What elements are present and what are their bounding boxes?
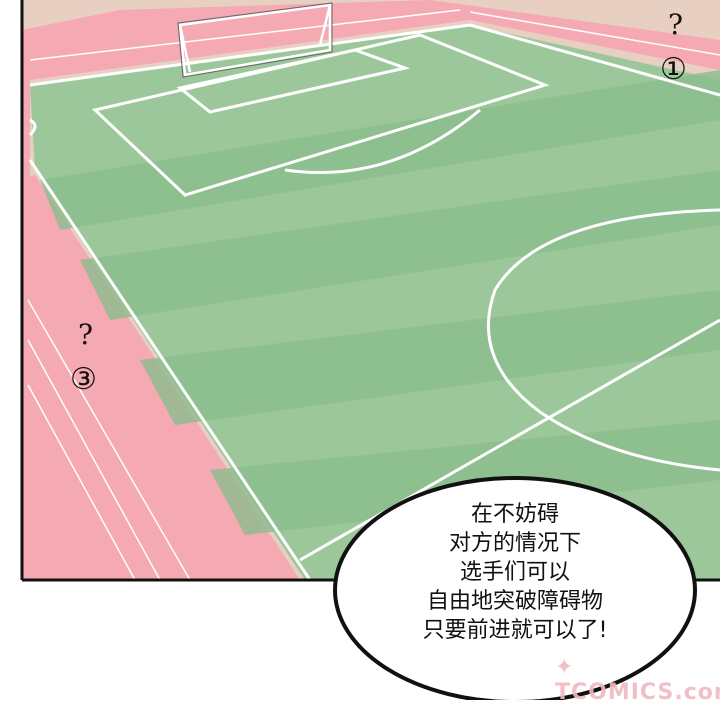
bird-logo-icon: ✦	[555, 655, 575, 680]
bubble-line: 在不妨碍	[470, 502, 559, 527]
question-mark-top-right: ?	[668, 8, 684, 41]
number-mark-left: ③	[70, 362, 97, 397]
number-mark-top-right: ①	[660, 52, 687, 87]
watermark: ✦ TCOMICS.com	[555, 655, 720, 705]
speech-bubble-text: 在不妨碍 对方的情况下 选手们可以 自由地突破障碍物 只要前进就可以了!	[350, 500, 680, 645]
bubble-line: 自由地突破障碍物	[426, 589, 603, 614]
watermark-text: TCOMICS.com	[555, 680, 720, 705]
bubble-line: 只要前进就可以了!	[422, 618, 608, 643]
question-mark-left: ?	[78, 318, 94, 351]
bubble-line: 选手们可以	[459, 560, 570, 585]
bubble-line: 对方的情况下	[448, 531, 581, 556]
comic-panel: ? ① ? ③ 在不妨碍 对方的情况下 选手们可以 自由地突破障碍物 只要前进就…	[0, 0, 720, 705]
